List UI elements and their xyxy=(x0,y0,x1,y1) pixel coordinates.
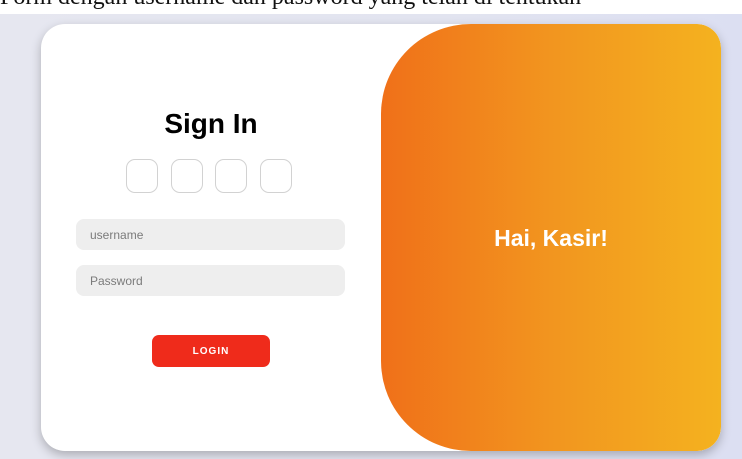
login-card: Sign In LOGIN Hai, Kasir! xyxy=(41,24,721,451)
social-login-row xyxy=(126,159,296,195)
greeting-panel: Hai, Kasir! xyxy=(381,24,721,451)
login-button[interactable]: LOGIN xyxy=(152,335,270,367)
social-login-button-3[interactable] xyxy=(215,159,247,193)
document-caption: Form dengan username dan password yang t… xyxy=(0,0,742,14)
social-login-button-1[interactable] xyxy=(126,159,158,193)
sign-in-form: Sign In LOGIN xyxy=(41,24,381,451)
username-input[interactable] xyxy=(76,219,345,250)
password-input[interactable] xyxy=(76,265,345,296)
page-title: Sign In xyxy=(164,108,258,139)
caption-text: Form dengan username dan password yang t… xyxy=(0,0,581,11)
login-page: Form dengan username dan password yang t… xyxy=(0,0,742,459)
greeting-text: Hai, Kasir! xyxy=(494,225,608,251)
social-login-button-2[interactable] xyxy=(171,159,203,193)
social-login-button-4[interactable] xyxy=(260,159,292,193)
